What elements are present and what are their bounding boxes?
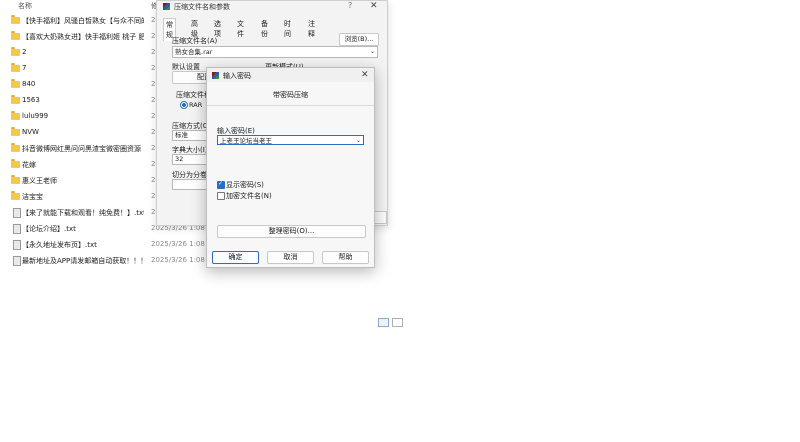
chevron-down-icon[interactable]: ⌄ — [370, 47, 375, 57]
folder-icon — [11, 127, 20, 136]
winrar-icon — [212, 72, 219, 79]
password-value: 上老王论坛当老王 — [220, 137, 272, 145]
file-name: 7 — [22, 64, 27, 72]
file-date: 2025/3/26 1:08 — [151, 256, 205, 264]
archive-titlebar[interactable]: 压缩文件名和参数 ? ✕ — [157, 1, 387, 13]
archive-ok-button-partial[interactable] — [373, 211, 387, 224]
list-item[interactable]: 【永久地址发布页】.txt 2025/3/26 1:08 — [0, 238, 205, 252]
folder-icon — [11, 143, 20, 152]
divider — [207, 105, 374, 106]
show-password-label[interactable]: 显示密码(S) — [226, 180, 264, 190]
file-name: 最新地址及APP请发邮箱自动获取！！！... — [22, 257, 144, 265]
archive-name-value: 熟女合集.rar — [175, 48, 213, 56]
file-name: NVW — [22, 128, 39, 136]
winrar-icon — [163, 3, 170, 10]
folder-icon — [11, 63, 20, 72]
folder-icon — [11, 31, 20, 40]
help-icon[interactable]: ? — [348, 1, 352, 10]
tab-files[interactable]: 文件 — [235, 18, 246, 40]
text-file-icon — [13, 208, 21, 218]
close-icon[interactable]: ✕ — [361, 70, 369, 80]
file-name: 【喜欢大奶熟女进】快手福利姬 桃子 肥... — [22, 33, 144, 41]
password-input[interactable]: 上老王论坛当老王 ⌄ — [217, 135, 364, 145]
folder-icon — [11, 175, 20, 184]
chevron-down-icon[interactable]: ⌄ — [356, 136, 361, 146]
tab-time[interactable]: 时间 — [282, 18, 293, 40]
dictionary-size-value: 32 — [175, 155, 184, 163]
list-item[interactable]: 最新地址及APP请发邮箱自动获取！！！... 2025/3/26 1:08 — [0, 254, 205, 268]
details-view-icon[interactable] — [378, 318, 389, 327]
text-file-icon — [13, 224, 21, 234]
file-name: 花嫁 — [22, 161, 36, 169]
file-date: 2025/3/26 1:08 — [151, 240, 205, 248]
archive-name-input[interactable]: 熟女合集.rar ⌄ — [172, 46, 378, 58]
archive-name-label: 压缩文件名(A) — [172, 37, 218, 45]
tab-comment[interactable]: 注释 — [306, 18, 317, 40]
file-name: 【快手福利】风骚白皙熟女【与众不同的... — [22, 17, 144, 25]
rar-radio-label: RAR — [189, 101, 203, 109]
show-password-checkbox[interactable] — [217, 180, 225, 189]
file-name: lulu999 — [22, 112, 49, 120]
file-name: 【来了就能下载和观看！纯免费！】.txt — [22, 209, 144, 217]
rar-radio[interactable] — [180, 101, 188, 109]
name-column-header[interactable]: 名称 — [18, 1, 32, 11]
file-name: 2 — [22, 48, 27, 56]
password-dialog-title: 输入密码 — [223, 72, 251, 80]
password-heading: 带密码压缩 — [273, 91, 308, 99]
file-name: 惠义王老师 — [22, 177, 57, 185]
tab-backup[interactable]: 备份 — [259, 18, 270, 40]
encrypt-filenames-label[interactable]: 加密文件名(N) — [226, 191, 272, 201]
folder-icon — [11, 47, 20, 56]
folder-icon — [11, 15, 20, 24]
file-name: 抖音微博网红黑问问黑渣宝微密圈资源 ... — [22, 145, 144, 153]
help-button[interactable]: 帮助 — [322, 251, 369, 264]
ok-button[interactable]: 确定 — [212, 251, 259, 264]
archive-dialog-title: 压缩文件名和参数 — [174, 3, 230, 11]
folder-icon — [11, 79, 20, 88]
encrypt-filenames-checkbox[interactable] — [217, 192, 225, 200]
file-name: 【永久地址发布页】.txt — [22, 241, 97, 249]
file-name: 【论坛介绍】.txt — [22, 225, 76, 233]
folder-icon — [11, 111, 20, 120]
password-dialog: 输入密码 ✕ 带密码压缩 输入密码(E) 上老王论坛当老王 ⌄ 显示密码(S) … — [206, 67, 375, 268]
text-file-icon — [13, 240, 21, 250]
file-list: 名称 修 【快手福利】风骚白皙熟女【与众不同的... 20 【喜欢大奶熟女进】快… — [0, 0, 205, 270]
file-name: 洁宝宝 — [22, 193, 43, 201]
browse-button[interactable]: 浏览(B)... — [339, 33, 379, 46]
file-name: 840 — [22, 80, 36, 88]
organize-passwords-button[interactable]: 整理密码(O)... — [217, 225, 366, 238]
folder-icon — [11, 95, 20, 104]
file-name: 1563 — [22, 96, 40, 104]
compression-method-value: 标准 — [175, 131, 188, 139]
folder-icon — [11, 159, 20, 168]
folder-icon — [11, 191, 20, 200]
text-file-icon — [13, 256, 21, 266]
password-titlebar[interactable]: 输入密码 ✕ — [207, 68, 374, 82]
cancel-button[interactable]: 取消 — [267, 251, 314, 264]
tiles-view-icon[interactable] — [392, 318, 403, 327]
close-icon[interactable]: ✕ — [370, 1, 378, 11]
